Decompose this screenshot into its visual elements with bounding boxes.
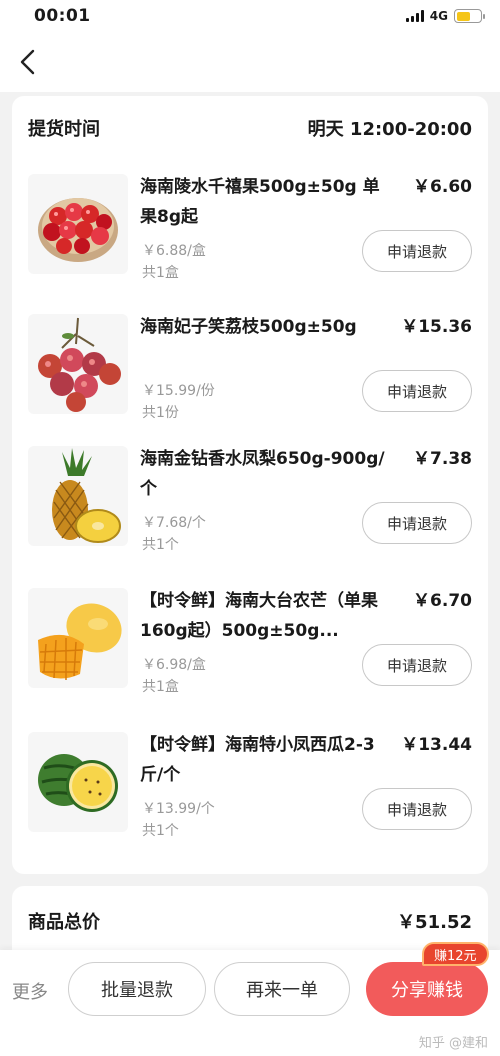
product-item[interactable]: 海南妃子笑荔枝500g±50g ￥15.36 ￥15.99/份 共1份 申请退款 [12,314,488,444]
status-time: 00:01 [34,6,91,26]
refund-button[interactable]: 申请退款 [362,502,472,544]
product-image-pineapple [28,446,128,546]
refund-button[interactable]: 申请退款 [362,788,472,830]
battery-icon [454,9,485,23]
product-price: ￥13.44 [401,735,472,755]
product-original-price: ￥6.88/盒 [142,243,206,259]
product-price: ￥15.36 [401,317,472,337]
more-button[interactable]: 更多 [12,978,48,1004]
product-quantity: 共1个 [142,537,179,553]
product-name: 【时令鲜】海南大台农芒（单果160g起）500g±50g... [140,591,378,641]
product-quantity: 共1个 [142,823,179,839]
back-button[interactable] [12,46,44,78]
product-image-lychees [28,314,128,414]
product-item[interactable]: 【时令鲜】海南大台农芒（单果160g起）500g±50g... ￥6.70 ￥6… [12,588,488,718]
signal-icon [405,10,424,22]
nav-bar [0,32,500,92]
product-name: 【时令鲜】海南特小凤西瓜2-3斤/个 [140,735,375,785]
chevron-left-icon [20,49,35,75]
reorder-button[interactable]: 再来一单 [214,962,350,1016]
product-image-mango [28,588,128,688]
total-label: 商品总价 [28,912,100,933]
refund-button[interactable]: 申请退款 [362,370,472,412]
watermark: 知乎 @建和 [418,1036,488,1051]
product-image-cherry-tomatoes [28,174,128,274]
product-name: 海南金钻香水凤梨650g-900g/个 [140,449,385,499]
product-price: ￥7.38 [413,449,472,469]
pickup-time-row: 提货时间 明天 12:00-20:00 [28,114,472,142]
product-image-watermelon [28,732,128,832]
product-price: ￥6.70 [413,591,472,611]
product-item[interactable]: 【时令鲜】海南特小凤西瓜2-3斤/个 ￥13.44 ￥13.99/个 共1个 申… [12,732,488,862]
product-item[interactable]: 海南陵水千禧果500g±50g 单果8g起 ￥6.60 ￥6.88/盒 共1盒 … [12,174,488,304]
product-item[interactable]: 海南金钻香水凤梨650g-900g/个 ￥7.38 ￥7.68/个 共1个 申请… [12,446,488,576]
product-original-price: ￥7.68/个 [142,515,206,531]
order-card: 提货时间 明天 12:00-20:00 海南陵水千禧果500g±50g 单果8g… [12,96,488,874]
refund-button[interactable]: 申请退款 [362,230,472,272]
product-original-price: ￥13.99/个 [142,801,215,817]
network-type: 4G [429,9,448,23]
status-icons: 4G [405,9,485,23]
pickup-time-value: 明天 12:00-20:00 [307,119,472,140]
product-name: 海南妃子笑荔枝500g±50g [140,317,357,337]
product-original-price: ￥15.99/份 [142,383,215,399]
batch-refund-button[interactable]: 批量退款 [68,962,206,1016]
share-earn-button[interactable]: 分享赚钱 [366,962,488,1016]
product-quantity: 共1盒 [142,265,179,281]
earn-badge: 赚12元 [422,942,489,966]
bottom-action-bar: 更多 批量退款 再来一单 分享赚钱 赚12元 知乎 @建和 [0,942,500,1056]
product-quantity: 共1份 [142,405,179,421]
product-quantity: 共1盒 [142,679,179,695]
pickup-time-label: 提货时间 [28,119,100,140]
status-bar: 00:01 4G [0,0,500,32]
product-original-price: ￥6.98/盒 [142,657,206,673]
total-card: 商品总价 ￥51.52 [12,886,488,956]
product-price: ￥6.60 [413,177,472,197]
refund-button[interactable]: 申请退款 [362,644,472,686]
total-value: ￥51.52 [397,912,472,933]
product-name: 海南陵水千禧果500g±50g 单果8g起 [140,177,380,227]
